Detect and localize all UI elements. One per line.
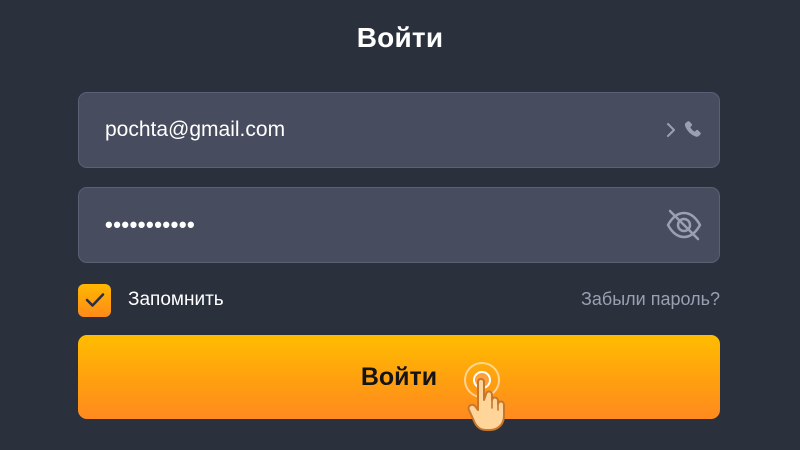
check-icon bbox=[85, 293, 104, 307]
page-title: Войти bbox=[356, 22, 444, 53]
switch-to-phone-button[interactable] bbox=[665, 117, 705, 143]
email-field[interactable] bbox=[78, 92, 720, 168]
remember-me-label: Запомнить bbox=[128, 289, 224, 310]
forgot-password-link[interactable]: Забыли пароль? bbox=[581, 289, 720, 310]
password-field[interactable] bbox=[78, 187, 720, 263]
checkbox-box[interactable] bbox=[78, 283, 111, 317]
chevron-right-icon bbox=[667, 123, 675, 137]
toggle-password-visibility-button[interactable] bbox=[663, 204, 705, 246]
phone-icon bbox=[684, 121, 701, 137]
password-input[interactable] bbox=[105, 188, 625, 262]
login-button-label: Войти bbox=[360, 363, 438, 391]
eye-off-icon bbox=[666, 209, 702, 241]
login-button[interactable]: Войти bbox=[78, 335, 720, 419]
email-input[interactable] bbox=[105, 93, 625, 167]
remember-me-checkbox[interactable]: Запомнить bbox=[78, 283, 224, 317]
login-page: Войти Запомнить Забыли bbox=[0, 0, 800, 450]
